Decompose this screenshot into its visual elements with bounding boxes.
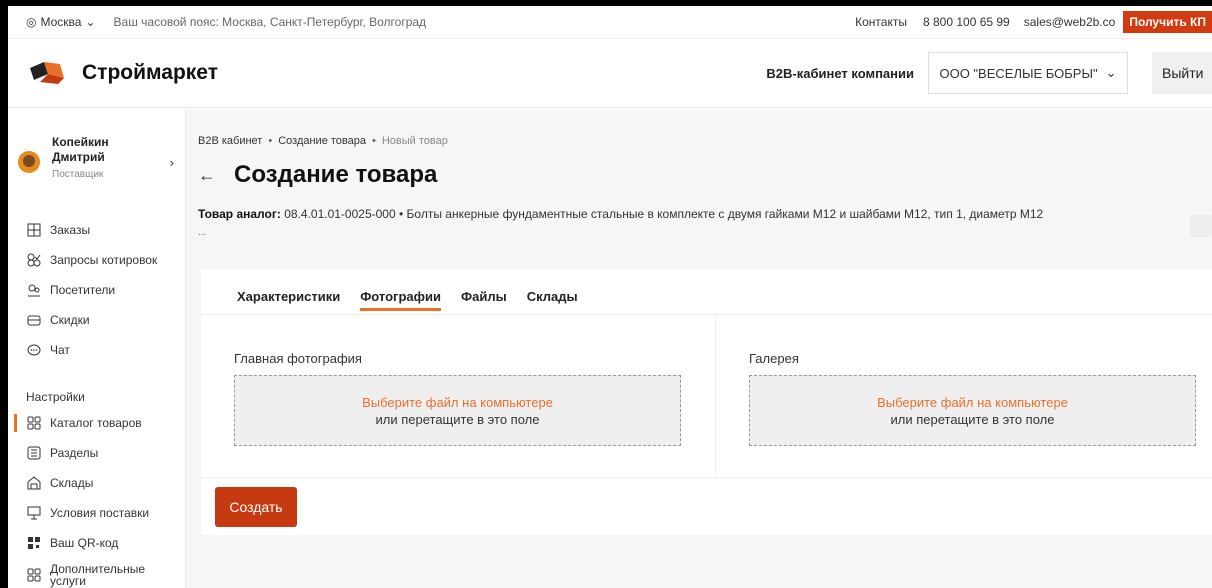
user-surname: Копейкин — [52, 135, 109, 149]
chevron-down-icon: ⌄ — [85, 15, 96, 29]
drag-hint: или перетащите в это поле — [890, 411, 1055, 427]
logout-button[interactable]: Выйти — [1152, 52, 1212, 94]
discounts-icon — [26, 312, 42, 328]
logo-text: Строймаркет — [82, 61, 218, 84]
timezone-text: Ваш часовой пояс: Москва, Санкт-Петербур… — [113, 15, 427, 29]
avatar — [18, 151, 40, 173]
main-photo-dropzone[interactable]: Выберите файл на компьютере или перетащи… — [234, 375, 681, 446]
contacts-link[interactable]: Контакты — [855, 15, 907, 29]
sidebar-item-sections[interactable]: Разделы — [8, 438, 186, 468]
city-selector[interactable]: ◎ Москва ⌄ — [26, 15, 96, 29]
sidebar-item-services[interactable]: Дополнительные услуги — [8, 558, 186, 588]
city-label: Москва — [40, 15, 82, 29]
drag-hint: или перетащите в это поле — [375, 411, 540, 427]
sidebar-item-chat[interactable]: Чат — [8, 335, 186, 365]
app-frame: ◎ Москва ⌄ Ваш часовой пояс: Москва, Сан… — [0, 0, 1212, 588]
qr-icon — [26, 535, 42, 551]
chevron-down-icon: ⌄ — [1105, 65, 1117, 80]
logo-icon — [30, 62, 64, 84]
settings-heading: Настройки — [26, 390, 85, 404]
sidebar: Копейкин Дмитрий Поставщик › Заказы Запр… — [8, 109, 186, 588]
top-bar: ◎ Москва ⌄ Ваш часовой пояс: Москва, Сан… — [8, 6, 1212, 38]
breadcrumb-link[interactable]: B2B кабинет — [198, 135, 262, 147]
sidebar-item-catalog[interactable]: Каталог товаров — [8, 408, 186, 438]
delivery-icon — [26, 505, 42, 521]
gallery-label: Галерея — [749, 351, 799, 366]
email-link[interactable]: sales@web2b.co — [1024, 15, 1116, 29]
logo[interactable]: Строймаркет — [30, 60, 218, 86]
sidebar-item-label: Каталог товаров — [50, 416, 142, 430]
tab-files[interactable]: Файлы — [461, 289, 507, 311]
breadcrumb-link[interactable]: Создание товара — [278, 135, 366, 147]
back-arrow-icon[interactable]: ← — [198, 165, 216, 186]
visitors-icon — [26, 282, 42, 298]
analog-more: ... — [198, 227, 207, 238]
main-menu: Заказы Запросы котировок Посетители Скид… — [8, 215, 186, 365]
sections-icon — [26, 445, 42, 461]
b2b-label: B2B-кабинет компании — [766, 65, 914, 81]
analog-label: Товар аналог: — [198, 207, 281, 221]
sidebar-item-qr[interactable]: Ваш QR-код — [8, 528, 186, 558]
tab-warehouses[interactable]: Склады — [527, 289, 578, 311]
tabs: Характеристики Фотографии Файлы Склады — [237, 289, 578, 311]
sidebar-item-label: Чат — [50, 343, 70, 357]
phone-link[interactable]: 8 800 100 65 99 — [923, 15, 1010, 29]
catalog-icon — [26, 415, 42, 431]
pick-file-link[interactable]: Выберите файл на компьютере — [877, 394, 1068, 411]
tab-characteristics[interactable]: Характеристики — [237, 289, 340, 311]
services-icon — [26, 567, 42, 583]
sidebar-item-label: Заказы — [50, 223, 91, 237]
user-name: Дмитрий — [52, 150, 105, 164]
location-pin-icon: ◎ — [26, 15, 37, 29]
settings-menu: Настройки Каталог товаров Разделы Склады… — [8, 386, 186, 588]
chat-icon — [26, 342, 42, 358]
company-name: ООО "ВЕСЕЛЫЕ БОБРЫ" — [939, 65, 1098, 81]
page-title: Создание товара — [234, 161, 438, 188]
sidebar-item-label: Дополнительные услуги — [50, 562, 145, 588]
breadcrumb: B2B кабинет • Создание товара • Новый то… — [198, 135, 448, 147]
sidebar-item-label: Склады — [50, 476, 94, 490]
header: Строймаркет B2B-кабинет компании ООО "ВЕ… — [8, 38, 1212, 108]
edit-icon[interactable] — [1190, 215, 1212, 237]
pick-file-link[interactable]: Выберите файл на компьютере — [362, 394, 553, 411]
sidebar-item-quotes[interactable]: Запросы котировок — [8, 245, 186, 275]
product-card: Характеристики Фотографии Файлы Склады Г… — [201, 269, 1212, 477]
sidebar-item-label: Скидки — [50, 313, 90, 327]
breadcrumb-current: Новый товар — [381, 135, 448, 147]
analog-description: Болты анкерные фундаментные стальные в к… — [406, 207, 1044, 221]
warehouse-icon — [26, 475, 42, 491]
sidebar-item-label: Условия поставки — [50, 506, 150, 520]
chevron-right-icon: › — [169, 155, 174, 170]
get-kp-button[interactable]: Получить КП — [1123, 11, 1212, 33]
sidebar-item-warehouses[interactable]: Склады — [8, 468, 186, 498]
sidebar-item-orders[interactable]: Заказы — [8, 215, 186, 245]
gallery-dropzone[interactable]: Выберите файл на компьютере или перетащи… — [749, 375, 1196, 446]
create-button[interactable]: Создать — [215, 487, 297, 527]
sidebar-item-label: Запросы котировок — [50, 253, 158, 267]
company-select[interactable]: ООО "ВЕСЕЛЫЕ БОБРЫ" ⌄ — [928, 52, 1128, 94]
analog-product: Товар аналог: 08.4.01.01-0025-000 • Болт… — [198, 207, 1212, 238]
main-content: B2B кабинет • Создание товара • Новый то… — [186, 109, 1212, 588]
main-photo-label: Главная фотография — [234, 351, 362, 366]
user-profile[interactable]: Копейкин Дмитрий Поставщик › — [18, 135, 178, 180]
sidebar-item-label: Разделы — [50, 446, 99, 460]
user-role: Поставщик — [52, 169, 104, 180]
sidebar-item-delivery[interactable]: Условия поставки — [8, 498, 186, 528]
orders-icon — [26, 222, 42, 238]
sidebar-item-discounts[interactable]: Скидки — [8, 305, 186, 335]
tab-photos[interactable]: Фотографии — [360, 289, 441, 311]
sidebar-item-label: Посетители — [50, 283, 116, 297]
form-footer: Создать — [201, 479, 1212, 535]
sidebar-item-label: Ваш QR-код — [50, 536, 119, 550]
sidebar-item-visitors[interactable]: Посетители — [8, 275, 186, 305]
analog-code: 08.4.01.01-0025-000 — [284, 207, 396, 221]
quotes-icon — [26, 252, 42, 268]
